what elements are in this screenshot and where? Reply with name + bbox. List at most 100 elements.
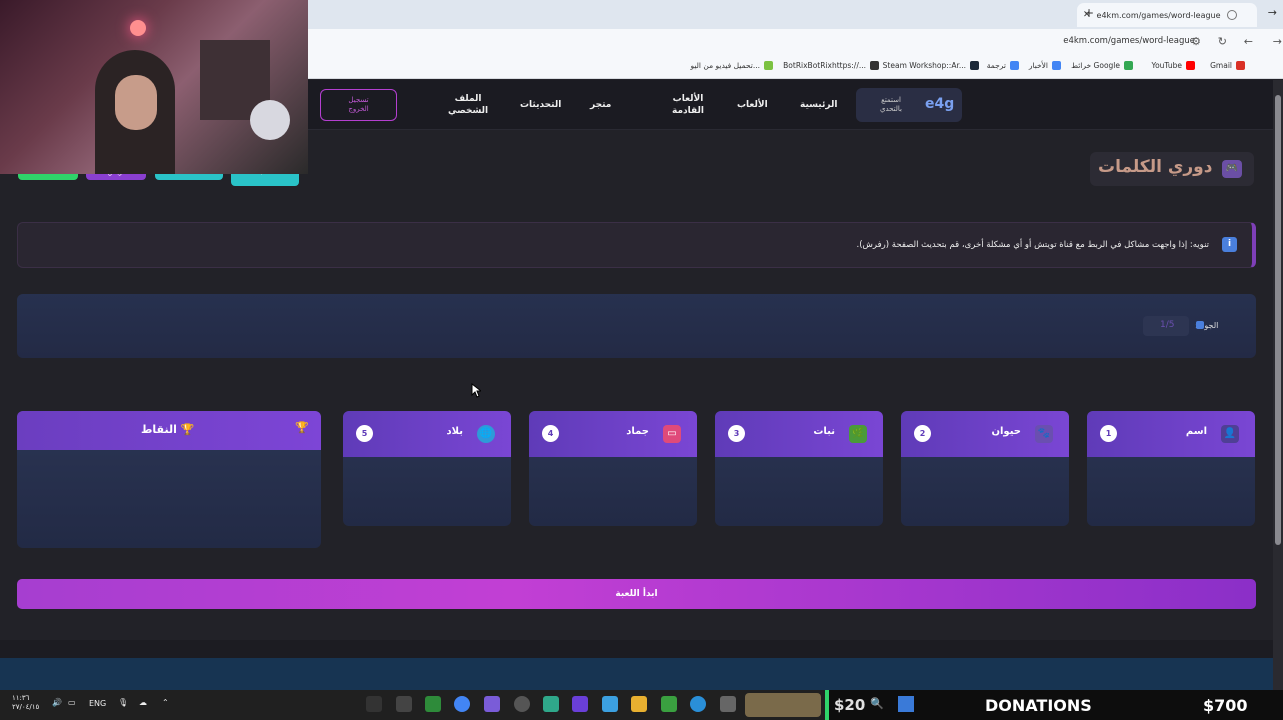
card-label: بلاد xyxy=(446,426,463,437)
app-edge-icon[interactable] xyxy=(690,696,706,712)
card-label: اسم xyxy=(1185,426,1207,437)
round-value: 1/5 xyxy=(1160,320,1175,330)
app-chrome-icon[interactable] xyxy=(454,696,470,712)
card-label: جماد xyxy=(626,426,649,437)
category-card-object: ▭ جماد 4 xyxy=(529,411,697,526)
botrix-icon xyxy=(870,61,879,70)
card-number: 1 xyxy=(1100,425,1117,442)
app-terminal-icon[interactable] xyxy=(396,696,412,712)
page-title: دوري الكلمات xyxy=(1098,157,1213,177)
steam-icon xyxy=(970,61,979,70)
round-icon xyxy=(1196,321,1204,329)
webcam-light xyxy=(130,20,146,36)
search-icon: 🔍 xyxy=(870,697,884,710)
category-card-plant: 🌿 نبات 3 xyxy=(715,411,883,526)
tab-title: e4km.com/games/word-league xyxy=(1096,10,1221,20)
person-icon: 👤 xyxy=(1221,425,1239,443)
plant-icon: 🌿 xyxy=(849,425,867,443)
card-number: 5 xyxy=(356,425,373,442)
news-icon xyxy=(1052,61,1061,70)
bookmark-download[interactable]: تحميل فيديو من اليو... xyxy=(691,61,773,70)
app-store-icon[interactable] xyxy=(661,696,677,712)
notice-text: تنويه: إذا واجهت مشاكل في الربط مع قناة … xyxy=(856,240,1209,250)
logout-button[interactable]: تسجيل الخروج xyxy=(320,89,397,121)
webcam-face xyxy=(115,75,157,130)
nav-profile[interactable]: الملف الشخصي xyxy=(448,93,488,117)
nav-home[interactable]: الرئيسية xyxy=(800,99,837,111)
object-icon: ▭ xyxy=(663,425,681,443)
points-card: النقاط 🏆 🏆 xyxy=(17,411,321,548)
browser-tab[interactable]: ✕ e4km.com/games/word-league xyxy=(1077,3,1257,27)
app-steam-icon[interactable] xyxy=(514,696,530,712)
nav-upcoming-games[interactable]: الألعاب القادمة xyxy=(672,93,704,117)
logo-tagline: استمتع بالتحدي xyxy=(880,96,902,113)
donation-latest: $20 xyxy=(834,696,866,714)
bookmark-news[interactable]: الأخبار xyxy=(1029,61,1061,70)
footer xyxy=(0,658,1273,690)
gmail-icon xyxy=(1236,61,1245,70)
card-number: 4 xyxy=(542,425,559,442)
maps-icon xyxy=(1124,61,1133,70)
bookmark-botrix[interactable]: BotRixBotRixhttps://... xyxy=(783,61,879,70)
trophy-icon: 🏆 xyxy=(180,423,195,436)
taskbar-widget[interactable] xyxy=(745,693,821,717)
paw-icon: 🐾 xyxy=(1035,425,1053,443)
webcam-overlay xyxy=(0,0,308,174)
translate-icon xyxy=(1010,61,1019,70)
app-explorer-icon[interactable] xyxy=(631,696,647,712)
donations-label: DONATIONS xyxy=(985,696,1092,715)
mouse-cursor-icon xyxy=(471,383,481,398)
bookmark-youtube[interactable]: YouTube xyxy=(1152,61,1195,70)
reload-icon[interactable]: ↻ xyxy=(1218,35,1227,48)
volume-icon[interactable]: 🔊 xyxy=(52,698,62,707)
card-label: حيوان xyxy=(991,426,1021,437)
back-icon[interactable]: ← xyxy=(1244,35,1253,48)
new-tab-button[interactable]: + xyxy=(1084,6,1094,20)
bookmark-translate[interactable]: ترجمة xyxy=(987,61,1019,70)
app-clock-icon[interactable] xyxy=(366,696,382,712)
app-affinity-icon[interactable] xyxy=(572,696,588,712)
donation-total: $700 xyxy=(1203,696,1248,715)
network-icon[interactable]: ▭ xyxy=(68,698,76,707)
site-settings-icon[interactable]: ⚙ xyxy=(1191,35,1201,48)
footer-divider xyxy=(0,640,1273,658)
language-indicator[interactable]: ENG xyxy=(89,699,106,708)
taskbar-clock[interactable]: ١١:٣٦ ٢٧/٠٤/١٥ xyxy=(12,694,39,712)
category-card-name: 👤 اسم 1 xyxy=(1087,411,1255,526)
youtube-icon xyxy=(1186,61,1195,70)
tray-chevron-icon[interactable]: ⌃ xyxy=(162,698,169,707)
info-icon: i xyxy=(1222,237,1237,252)
cloud-icon[interactable]: ☁ xyxy=(139,698,147,707)
webcam-lamp xyxy=(250,100,290,140)
app-window-icon[interactable] xyxy=(720,696,736,712)
nav-store[interactable]: متجر xyxy=(590,99,611,111)
scrollbar-thumb[interactable] xyxy=(1275,95,1281,545)
category-card-animal: 🐾 حيوان 2 xyxy=(901,411,1069,526)
bookmark-maps[interactable]: خرائط Google xyxy=(1071,61,1133,70)
nav-games[interactable]: الألعاب xyxy=(737,99,768,111)
globe-icon: 🌐 xyxy=(477,425,495,443)
card-number: 3 xyxy=(728,425,745,442)
forward-icon[interactable]: → xyxy=(1273,35,1282,48)
app-xbox-icon[interactable] xyxy=(425,696,441,712)
window-forward-icon[interactable]: → xyxy=(1268,6,1277,19)
points-label: النقاط 🏆 xyxy=(141,423,195,436)
download-icon xyxy=(764,61,773,70)
microphone-icon[interactable]: 🎙 xyxy=(118,698,128,707)
tab-favicon-icon xyxy=(1226,10,1237,20)
bookmark-steam[interactable]: Steam Workshop::Ar... xyxy=(883,61,979,70)
app-discord-icon[interactable] xyxy=(484,696,500,712)
site-logo[interactable]: e4g xyxy=(925,96,954,112)
start-game-button[interactable]: ابدأ اللعبة xyxy=(17,579,1256,609)
windows-icon[interactable] xyxy=(898,696,914,712)
round-panel xyxy=(17,294,1256,358)
bookmark-gmail[interactable]: Gmail xyxy=(1210,61,1245,70)
app-obs-icon[interactable] xyxy=(543,696,559,712)
gamepad-icon: 🎮 xyxy=(1222,160,1242,178)
app-files-icon[interactable] xyxy=(602,696,618,712)
nav-updates[interactable]: التحديثات xyxy=(520,99,561,111)
url-input[interactable]: e4km.com/games/word-league xyxy=(1063,36,1195,46)
card-label: نبات xyxy=(813,426,835,437)
trophy-icon: 🏆 xyxy=(295,421,309,434)
card-number: 2 xyxy=(914,425,931,442)
